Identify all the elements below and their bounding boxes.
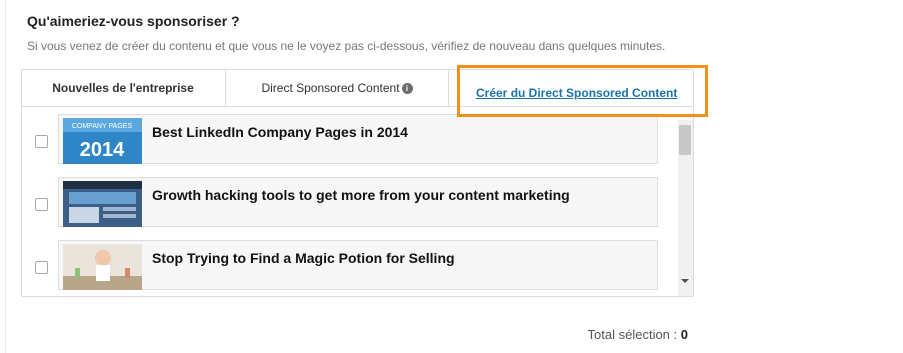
content-panel: Nouvelles de l'entreprise Direct Sponsor…	[21, 69, 694, 297]
item-checkbox[interactable]	[35, 198, 48, 211]
tab-company-news-label: Nouvelles de l'entreprise	[52, 81, 194, 95]
scrollbar[interactable]	[678, 120, 693, 296]
total-selection-label: Total sélection :	[587, 327, 678, 342]
card-title: Growth hacking tools to get more from yo…	[152, 187, 570, 203]
item-checkbox[interactable]	[35, 135, 48, 148]
info-icon[interactable]: i	[401, 83, 413, 94]
thumbnail-website-screenshot	[63, 181, 142, 227]
item-checkbox[interactable]	[35, 261, 48, 274]
list-item: Stop Trying to Find a Magic Potion for S…	[22, 240, 677, 290]
tab-company-news[interactable]: Nouvelles de l'entreprise	[22, 70, 224, 106]
help-text: Si vous venez de créer du contenu et que…	[27, 39, 666, 53]
card-title: Stop Trying to Find a Magic Potion for S…	[152, 250, 455, 266]
total-selection: Total sélection : 0	[588, 327, 688, 342]
create-direct-sponsored-content-link[interactable]: Créer du Direct Sponsored Content	[476, 86, 677, 100]
card-title: Best LinkedIn Company Pages in 2014	[152, 124, 408, 140]
content-list: COMPANY PAGES 2014 Best LinkedIn Company…	[22, 107, 693, 296]
content-card[interactable]: Stop Trying to Find a Magic Potion for S…	[58, 240, 658, 290]
tab-direct-sponsored-content[interactable]: Direct Sponsored Content i	[225, 70, 449, 106]
thumbnail-child-photo	[63, 244, 142, 290]
thumb-year: 2014	[80, 139, 125, 161]
content-card[interactable]: COMPANY PAGES 2014 Best LinkedIn Company…	[58, 114, 658, 164]
scrollbar-thumb[interactable]	[679, 125, 691, 155]
thumbnail-company-pages: COMPANY PAGES 2014	[63, 118, 142, 164]
tab-dsc-label: Direct Sponsored Content	[261, 81, 400, 95]
content-card[interactable]: Growth hacking tools to get more from yo…	[58, 177, 658, 227]
total-selection-value: 0	[680, 327, 688, 342]
thumb-caption: COMPANY PAGES	[72, 123, 133, 130]
list-item: COMPANY PAGES 2014 Best LinkedIn Company…	[22, 114, 677, 164]
page-left-rule	[5, 0, 6, 353]
list-item: Growth hacking tools to get more from yo…	[22, 177, 677, 227]
scroll-down-arrow-icon[interactable]	[681, 279, 689, 283]
page-heading: Qu'aimeriez-vous sponsoriser ?	[27, 13, 240, 29]
